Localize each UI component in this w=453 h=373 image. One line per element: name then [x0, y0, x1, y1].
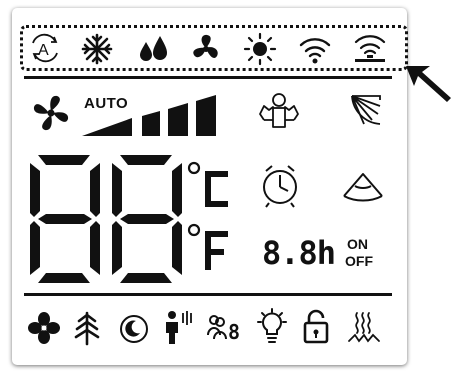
swing-louver-icon	[351, 95, 381, 125]
fahrenheit-unit	[187, 223, 228, 270]
person-sensing-icon	[166, 311, 192, 344]
auto-mode-icon: A	[32, 33, 58, 63]
dry-mode-icon	[140, 36, 167, 61]
heat-sun-icon	[243, 32, 277, 66]
alarm-clock-icon	[263, 165, 297, 208]
celsius-unit	[187, 161, 228, 207]
bottom-divider	[24, 293, 392, 296]
body-sensing-icon	[259, 93, 299, 128]
heater-icon	[348, 312, 380, 343]
lock-icon	[303, 309, 329, 344]
fan-speed-bars	[82, 95, 216, 136]
wifi-signal-icon	[354, 35, 386, 62]
digit-1	[30, 155, 100, 283]
top-divider	[24, 76, 392, 79]
people-counter-icon: 8	[207, 315, 240, 344]
wifi-icon	[299, 38, 331, 64]
timer-on-label: ON	[347, 236, 368, 252]
air-direction-icon	[343, 173, 383, 202]
tree-eco-icon	[74, 311, 100, 346]
timer-off-label: OFF	[345, 253, 373, 269]
timer-value: 8.8h	[262, 234, 336, 272]
fan-speed-icon	[33, 95, 69, 131]
svg-text:A: A	[38, 42, 49, 59]
pointer-arrow-icon	[406, 66, 451, 102]
light-bulb-icon	[257, 308, 287, 343]
snowflake-icon	[81, 33, 113, 65]
fan-icon	[28, 312, 60, 344]
digit-2	[112, 155, 182, 283]
svg-text:8: 8	[228, 320, 240, 344]
temperature-digits	[30, 155, 182, 283]
sleep-icon	[120, 315, 148, 343]
fan-mode-icon	[193, 34, 218, 59]
